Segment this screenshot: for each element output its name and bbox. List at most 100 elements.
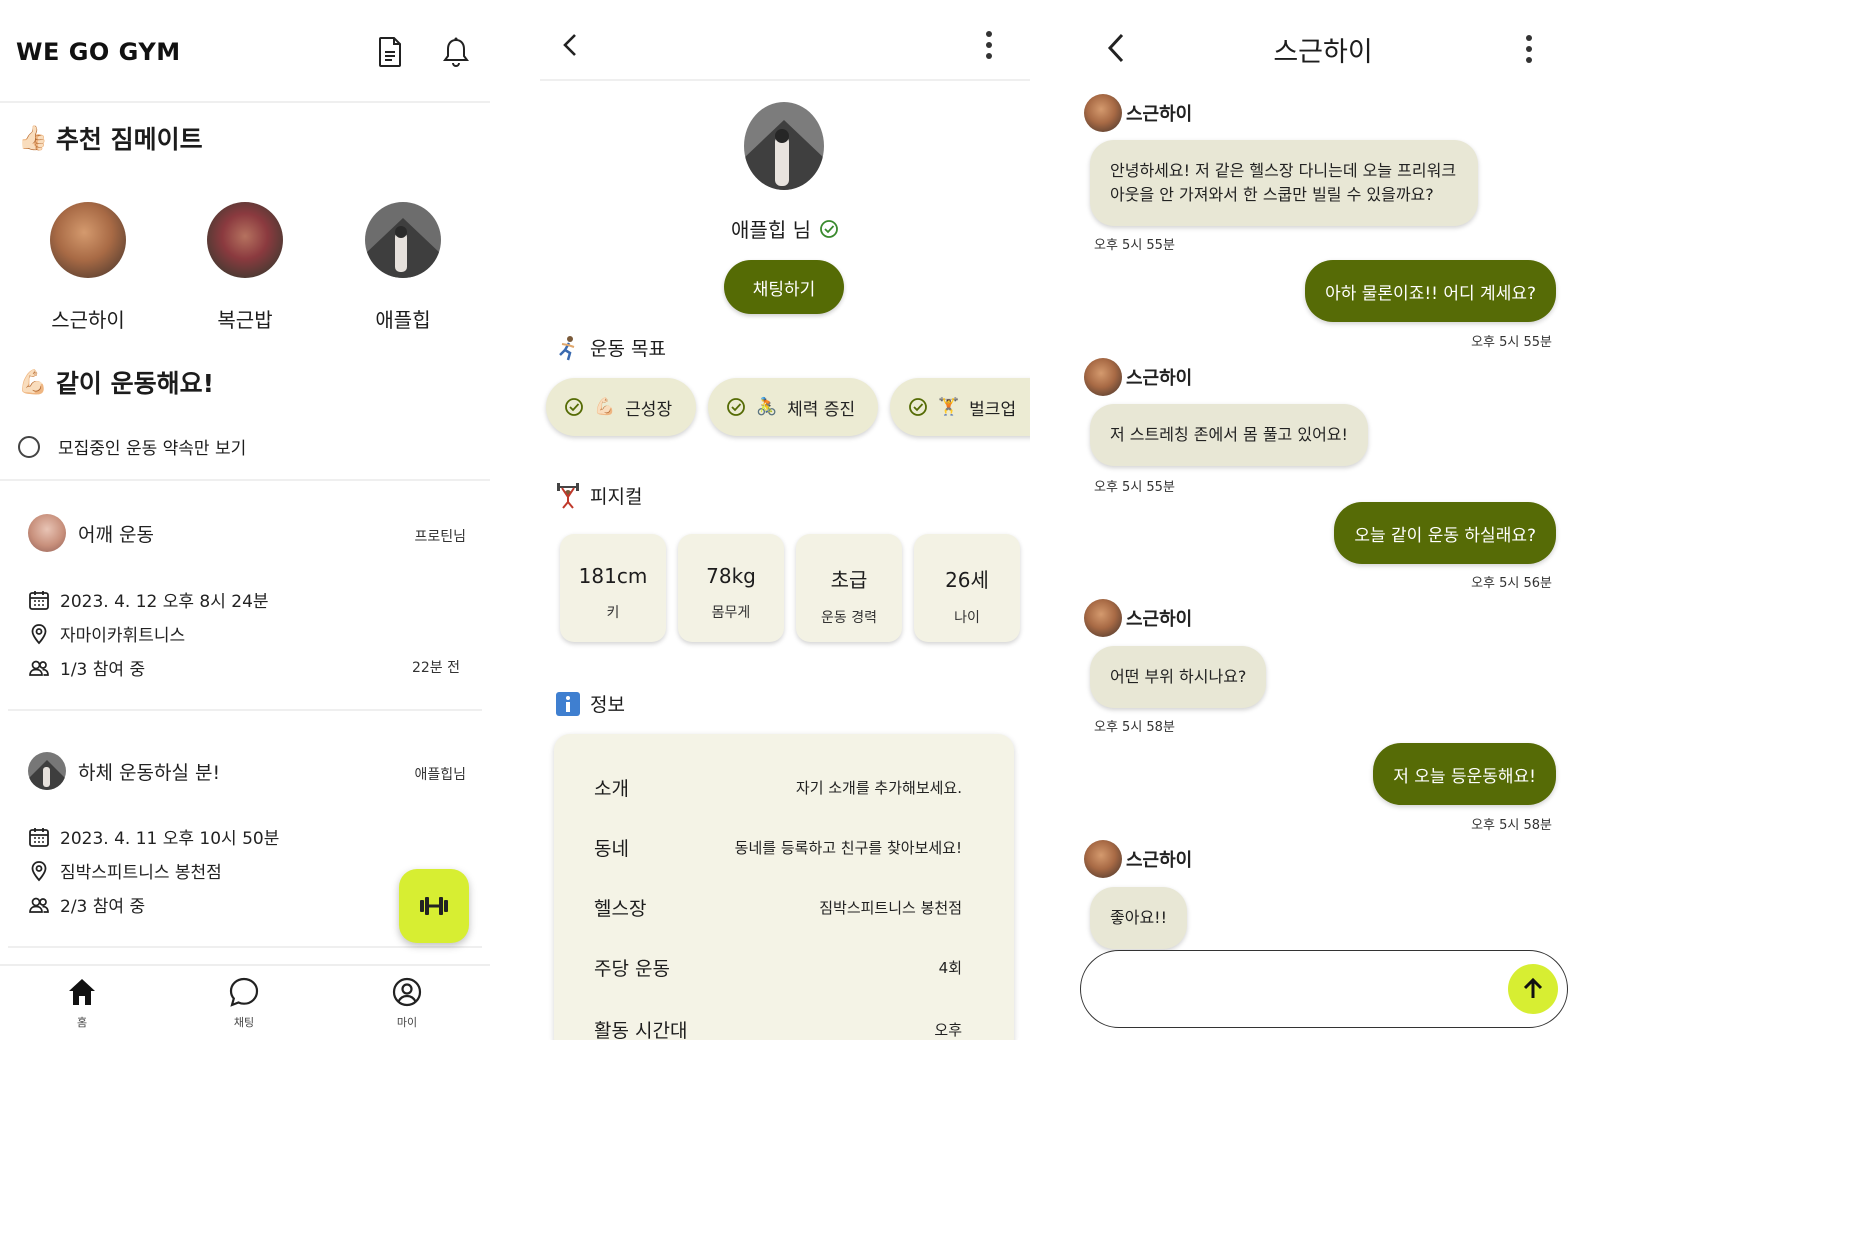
chat-icon xyxy=(204,976,284,1008)
check-circle-icon xyxy=(908,397,928,417)
incoming-message: 좋아요!! xyxy=(1090,887,1187,949)
message-time: 오후 5시 56분 xyxy=(1471,576,1552,591)
stat-card-height: 181cm 키 xyxy=(560,534,666,642)
start-chat-button[interactable]: 채팅하기 xyxy=(724,260,844,314)
profile-avatar xyxy=(744,102,824,190)
mate-card[interactable]: 애플힙 xyxy=(333,202,473,333)
info-row-gym[interactable]: 헬스장 짐박스피트니스 봉천점 xyxy=(594,894,962,921)
people-icon xyxy=(28,894,50,916)
nav-my[interactable]: 마이 xyxy=(367,976,447,1030)
incoming-message: 어떤 부위 하시나요? xyxy=(1090,646,1267,708)
post-title: 하체 운동하실 분! xyxy=(78,762,221,784)
avatar xyxy=(365,202,441,278)
mate-card[interactable]: 스근하이 xyxy=(18,202,158,333)
post-datetime: 2023. 4. 11 오후 10시 50분 xyxy=(28,824,279,849)
dumbbell-icon xyxy=(418,896,450,916)
post-author: 애플힙님 xyxy=(414,767,466,783)
post-time-ago: 22분 전 xyxy=(411,660,460,676)
post-participants: 2/3 참여 중 xyxy=(28,892,145,917)
avatar[interactable] xyxy=(1084,94,1122,132)
more-vertical-icon xyxy=(1524,34,1534,64)
radio-button[interactable] xyxy=(18,435,40,458)
chat-title: 스근하이 xyxy=(1273,37,1373,68)
info-row-intro[interactable]: 소개 자기 소개를 추가해보세요. xyxy=(594,774,962,801)
avatar xyxy=(28,752,66,790)
workout-post[interactable]: 어깨 운동 프로틴님 2023. 4. 12 오후 8시 24분 자마이카휘트니… xyxy=(0,500,490,700)
goal-chip[interactable]: 💪🏻 근성장 xyxy=(546,378,696,436)
back-button[interactable] xyxy=(560,32,580,58)
message-sender: 스근하이 xyxy=(1084,840,1192,878)
send-button[interactable] xyxy=(1508,964,1558,1014)
weightlifter-icon xyxy=(556,482,580,509)
mate-card[interactable]: 복근밥 xyxy=(175,202,315,333)
location-pin-icon xyxy=(28,860,50,882)
mate-name: 스근하이 xyxy=(51,308,125,332)
profile-name: 애플힙 님 xyxy=(540,214,1030,243)
bottom-navigation: 홈 채팅 마이 xyxy=(0,964,490,1040)
mate-name: 복근밥 xyxy=(217,308,273,332)
physical-section-title: 피지컬 xyxy=(556,482,642,509)
incoming-message: 저 스트레칭 존에서 몸 풀고 있어요! xyxy=(1090,404,1368,466)
divider xyxy=(8,709,482,711)
bell-icon[interactable] xyxy=(441,36,471,67)
post-participants: 1/3 참여 중 xyxy=(28,655,145,680)
stat-card-weight: 78kg 몸무게 xyxy=(678,534,784,642)
create-workout-button[interactable] xyxy=(399,869,469,943)
message-sender: 스근하이 xyxy=(1084,358,1192,396)
stat-card-experience: 초급 운동 경력 xyxy=(796,534,902,642)
nav-chat[interactable]: 채팅 xyxy=(204,976,284,1030)
profile-icon xyxy=(367,976,447,1008)
avatar[interactable] xyxy=(1084,358,1122,396)
recruiting-filter[interactable]: 모집중인 운동 약속만 보기 xyxy=(18,434,246,459)
message-time: 오후 5시 55분 xyxy=(1094,238,1175,253)
cyclist-icon: 🚴 xyxy=(756,397,778,417)
info-row-active-time[interactable]: 활동 시간대 오후 xyxy=(594,1016,962,1040)
app-logo: WE GO GYM xyxy=(16,38,181,66)
goal-chip[interactable]: 🚴 체력 증진 xyxy=(708,378,878,436)
message-input[interactable] xyxy=(1080,950,1568,1028)
calendar-icon xyxy=(28,589,50,611)
profile-screen: 애플힙 님 채팅하기 운동 목표 💪🏻 근성장 🚴 체력 증진 🏋️ 벌크업 피… xyxy=(540,0,1030,1040)
together-section-title: 💪🏻 같이 운동해요! xyxy=(18,368,214,398)
info-row-weekly[interactable]: 주당 운동 4회 xyxy=(594,954,962,981)
info-icon xyxy=(556,691,580,716)
nav-label: 마이 xyxy=(396,1016,418,1029)
goal-chip[interactable]: 🏋️ 벌크업 xyxy=(890,378,1030,436)
info-section-title: 정보 xyxy=(556,690,625,717)
message-time: 오후 5시 58분 xyxy=(1471,818,1552,833)
document-icon[interactable] xyxy=(375,36,405,67)
post-datetime: 2023. 4. 12 오후 8시 24분 xyxy=(28,587,269,612)
more-options-button[interactable] xyxy=(1524,34,1534,64)
message-time: 오후 5시 58분 xyxy=(1094,720,1175,735)
avatar xyxy=(28,514,66,552)
filter-label: 모집중인 운동 약속만 보기 xyxy=(58,439,247,459)
nav-label: 채팅 xyxy=(233,1016,255,1029)
post-place: 자마이카휘트니스 xyxy=(28,621,185,646)
check-circle-icon xyxy=(564,397,584,417)
nav-home[interactable]: 홈 xyxy=(42,976,122,1030)
avatar[interactable] xyxy=(1084,599,1122,637)
weightlifter-icon: 🏋️ xyxy=(938,397,960,417)
biceps-icon: 💪🏻 xyxy=(594,397,616,417)
check-circle-icon xyxy=(726,397,746,417)
home-icon xyxy=(42,976,122,1008)
more-options-button[interactable] xyxy=(984,30,994,60)
avatar[interactable] xyxy=(1084,840,1122,878)
post-place: 짐박스피트니스 봉천점 xyxy=(28,858,222,883)
people-icon xyxy=(28,657,50,679)
avatar xyxy=(50,202,126,278)
goal-section-title: 운동 목표 xyxy=(556,334,666,361)
message-time: 오후 5시 55분 xyxy=(1471,335,1552,350)
outgoing-message: 저 오늘 등운동해요! xyxy=(1373,743,1556,805)
info-row-neighborhood[interactable]: 동네 동네를 등록하고 친구를 찾아보세요! xyxy=(594,834,962,861)
recommend-section-title: 👍🏻 추천 짐메이트 xyxy=(18,124,203,154)
flexed-biceps-icon: 💪🏻 xyxy=(18,368,48,396)
avatar xyxy=(207,202,283,278)
running-icon xyxy=(556,335,580,361)
mate-name: 애플힙 xyxy=(375,308,431,332)
calendar-icon xyxy=(28,826,50,848)
post-author: 프로틴님 xyxy=(414,529,466,545)
home-screen: WE GO GYM 👍🏻 추천 짐메이트 스근하이 복근밥 애플힙 💪🏻 같이 … xyxy=(0,0,490,1040)
arrow-up-icon xyxy=(1520,976,1546,1002)
chat-screen: 스근하이 스근하이 안녕하세요! 저 같은 헬스장 다니는데 오늘 프리워크 아… xyxy=(1078,0,1568,1040)
